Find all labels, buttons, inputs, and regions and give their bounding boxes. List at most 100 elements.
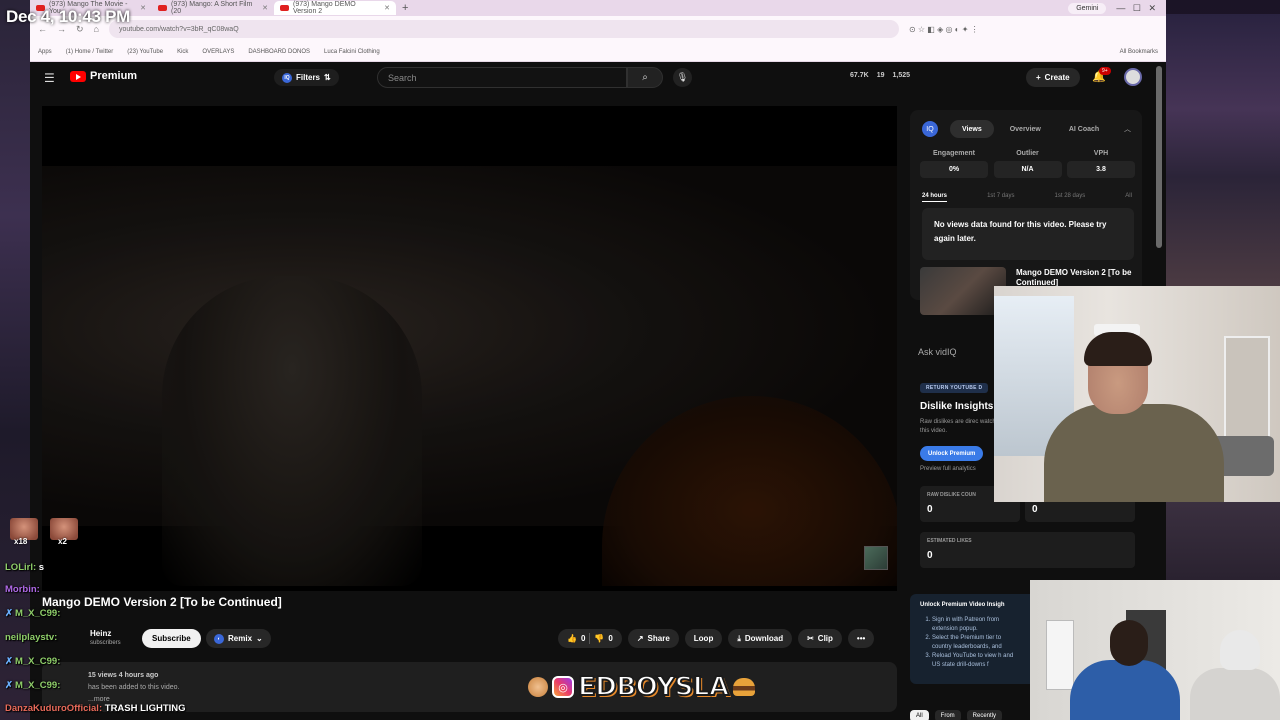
tab-bar: (973) Mango The Movie - You ✕ (973) Mang… <box>30 0 1166 16</box>
microphone-icon[interactable]: 🎙 <box>673 68 692 87</box>
more-icon: ••• <box>856 634 866 643</box>
chat-text: TRASH LIGHTING <box>104 703 186 714</box>
gemini-button[interactable]: Gemini <box>1068 2 1107 14</box>
bookmark-item[interactable]: (1) Home / Twitter <box>66 49 114 55</box>
metric-value: N/A <box>993 161 1062 178</box>
range-all[interactable]: All <box>1125 193 1132 202</box>
search-icon[interactable]: ⌕ <box>627 67 663 88</box>
url-field[interactable]: youtube.com/watch?v=3bR_qC08waQ <box>108 20 899 38</box>
browser-window: (973) Mango The Movie - You ✕ (973) Mang… <box>30 0 1166 62</box>
burger-icon <box>732 678 755 696</box>
plus-icon: + <box>1036 73 1041 82</box>
city-background-right-lower <box>1166 500 1280 580</box>
dislike-title: Dislike Insights <box>920 401 994 412</box>
metric-label: Outlier <box>1016 150 1039 157</box>
youtube-favicon-icon <box>158 5 167 11</box>
bookmark-item[interactable]: Kick <box>177 49 188 55</box>
recommended-title[interactable]: Mango DEMO Version 2 [To be Continued] <box>1016 268 1144 288</box>
address-bar-row: ← → ↻ ⌂ youtube.com/watch?v=3bR_qC08waQ … <box>30 16 1166 42</box>
range-7d[interactable]: 1st 7 days <box>987 193 1014 202</box>
ask-vidiq-input[interactable]: Ask vidIQ <box>918 347 957 357</box>
sliders-icon: ⇅ <box>324 73 331 82</box>
video-frame <box>42 166 897 586</box>
download-icon: ⤓ <box>737 633 741 643</box>
window-controls[interactable]: — ☐ ✕ <box>1106 3 1166 14</box>
unlock-premium-button[interactable]: Unlock Premium <box>920 446 984 461</box>
loop-button[interactable]: Loop <box>684 629 723 648</box>
vidiq-metrics: Engagement 0% Outlier N/A VPH 3.8 <box>920 150 1135 178</box>
filters-button[interactable]: IQ Filters ⇅ <box>274 69 339 86</box>
bookmark-item[interactable]: DASHBOARD DONOS <box>248 49 310 55</box>
new-tab-icon[interactable]: + <box>396 2 414 14</box>
tab-ai-coach[interactable]: AI Coach <box>1057 120 1111 138</box>
mascot-icon <box>528 677 548 697</box>
preview-label: Preview full analytics <box>920 466 976 472</box>
bookmark-item[interactable]: Apps <box>38 49 52 55</box>
tab-overview[interactable]: Overview <box>998 120 1053 138</box>
youtube-logo[interactable]: Premium <box>70 70 137 82</box>
divider <box>589 633 591 644</box>
video-actions: 👍 0 👎 0 ↗ Share Loop ⤓ Download ✂ Clip •… <box>558 629 875 648</box>
chat-message: DanzaKuduroOfficial: TRASH LIGHTING <box>5 703 186 714</box>
badge-icon: ✗ <box>5 680 13 691</box>
vidiq-stats: 67.7K 19 1,525 <box>850 72 910 79</box>
estimated-likes-value: 0 <box>927 550 933 561</box>
share-button[interactable]: ↗ Share <box>627 629 679 648</box>
scissors-icon: ✂ <box>807 634 814 643</box>
bookmark-item[interactable]: OVERLAYS <box>202 49 234 55</box>
close-tab-icon[interactable]: ✕ <box>384 4 390 12</box>
dislike-count: 0 <box>608 634 613 643</box>
stat-videos: 19 <box>876 72 885 79</box>
range-28d[interactable]: 1st 28 days <box>1055 193 1086 202</box>
clip-button[interactable]: ✂ Clip <box>798 629 842 648</box>
emote-count: x2 <box>58 537 67 546</box>
ryd-tag: RETURN YOUTUBE D <box>920 383 989 393</box>
create-button[interactable]: + Create <box>1026 68 1080 87</box>
unlock-step: Sign in with Patreon from extension popu… <box>932 616 1022 634</box>
extension-icons[interactable]: ⊙ ☆ ◧ ◈ ◎ ◐ ✦ ⋮ <box>909 25 979 34</box>
clip-label: Clip <box>817 634 833 643</box>
browser-tab-2[interactable]: (973) Mango: A Short Film (20 ✕ <box>152 1 274 15</box>
notification-count: 9+ <box>1099 67 1111 75</box>
page-scrollbar[interactable] <box>1156 66 1162 248</box>
chat-message: ✗ M_X_C99: <box>5 608 60 619</box>
cam-person-hair <box>1084 332 1152 366</box>
browser-tab-3[interactable]: (973) Mango DEMO Version 2 ✕ <box>274 1 396 15</box>
cam2-person-2-head <box>1220 630 1260 670</box>
chip-recent[interactable]: Recently <box>966 710 1003 720</box>
city-background-right <box>1166 14 1280 286</box>
cam-door <box>1224 336 1270 446</box>
chip-all[interactable]: All <box>910 710 929 720</box>
all-bookmarks[interactable]: All Bookmarks <box>1120 49 1158 55</box>
close-tab-icon[interactable]: ✕ <box>262 4 268 12</box>
emote-count: x18 <box>14 537 28 546</box>
chat-message: ✗ M_X_C99: <box>5 656 60 667</box>
cam2-person-1 <box>1070 620 1180 720</box>
unlock-step: Reload YouTube to view h and US state dr… <box>932 652 1022 670</box>
metric-value: 3.8 <box>1067 161 1135 178</box>
tab-title: (973) Mango: A Short Film (20 <box>171 1 253 15</box>
share-icon: ↗ <box>636 634 644 643</box>
more-actions-button[interactable]: ••• <box>847 629 875 648</box>
chat-message: Morbin: <box>5 584 40 595</box>
avatar[interactable] <box>1124 68 1142 86</box>
tab-views[interactable]: Views <box>950 120 994 138</box>
search-input[interactable]: Search <box>377 67 627 88</box>
share-label: Share <box>647 634 670 643</box>
bookmark-item[interactable]: (23) YouTube <box>127 49 163 55</box>
menu-icon[interactable]: ☰ <box>44 71 55 85</box>
chip-from[interactable]: From <box>934 710 961 720</box>
close-tab-icon[interactable]: ✕ <box>140 4 146 12</box>
chat-username: DanzaKuduroOfficial: <box>5 703 103 714</box>
unlock-card-title: Unlock Premium Video Insigh <box>920 602 1005 608</box>
collapse-icon[interactable]: ︿ <box>1124 124 1131 134</box>
channel-watermark-icon[interactable] <box>864 546 888 570</box>
range-24h[interactable]: 24 hours <box>922 193 948 202</box>
download-label: Download <box>744 634 784 643</box>
brand-banner: ◎ EDBOYSLA <box>528 670 760 704</box>
badge-icon: ✗ <box>5 608 13 619</box>
download-button[interactable]: ⤓ Download <box>728 629 793 648</box>
metric-outlier: Outlier N/A <box>993 150 1062 178</box>
like-dislike-button[interactable]: 👍 0 👎 0 <box>558 629 622 648</box>
bookmark-item[interactable]: Luca Falcini Clothing <box>324 49 380 55</box>
